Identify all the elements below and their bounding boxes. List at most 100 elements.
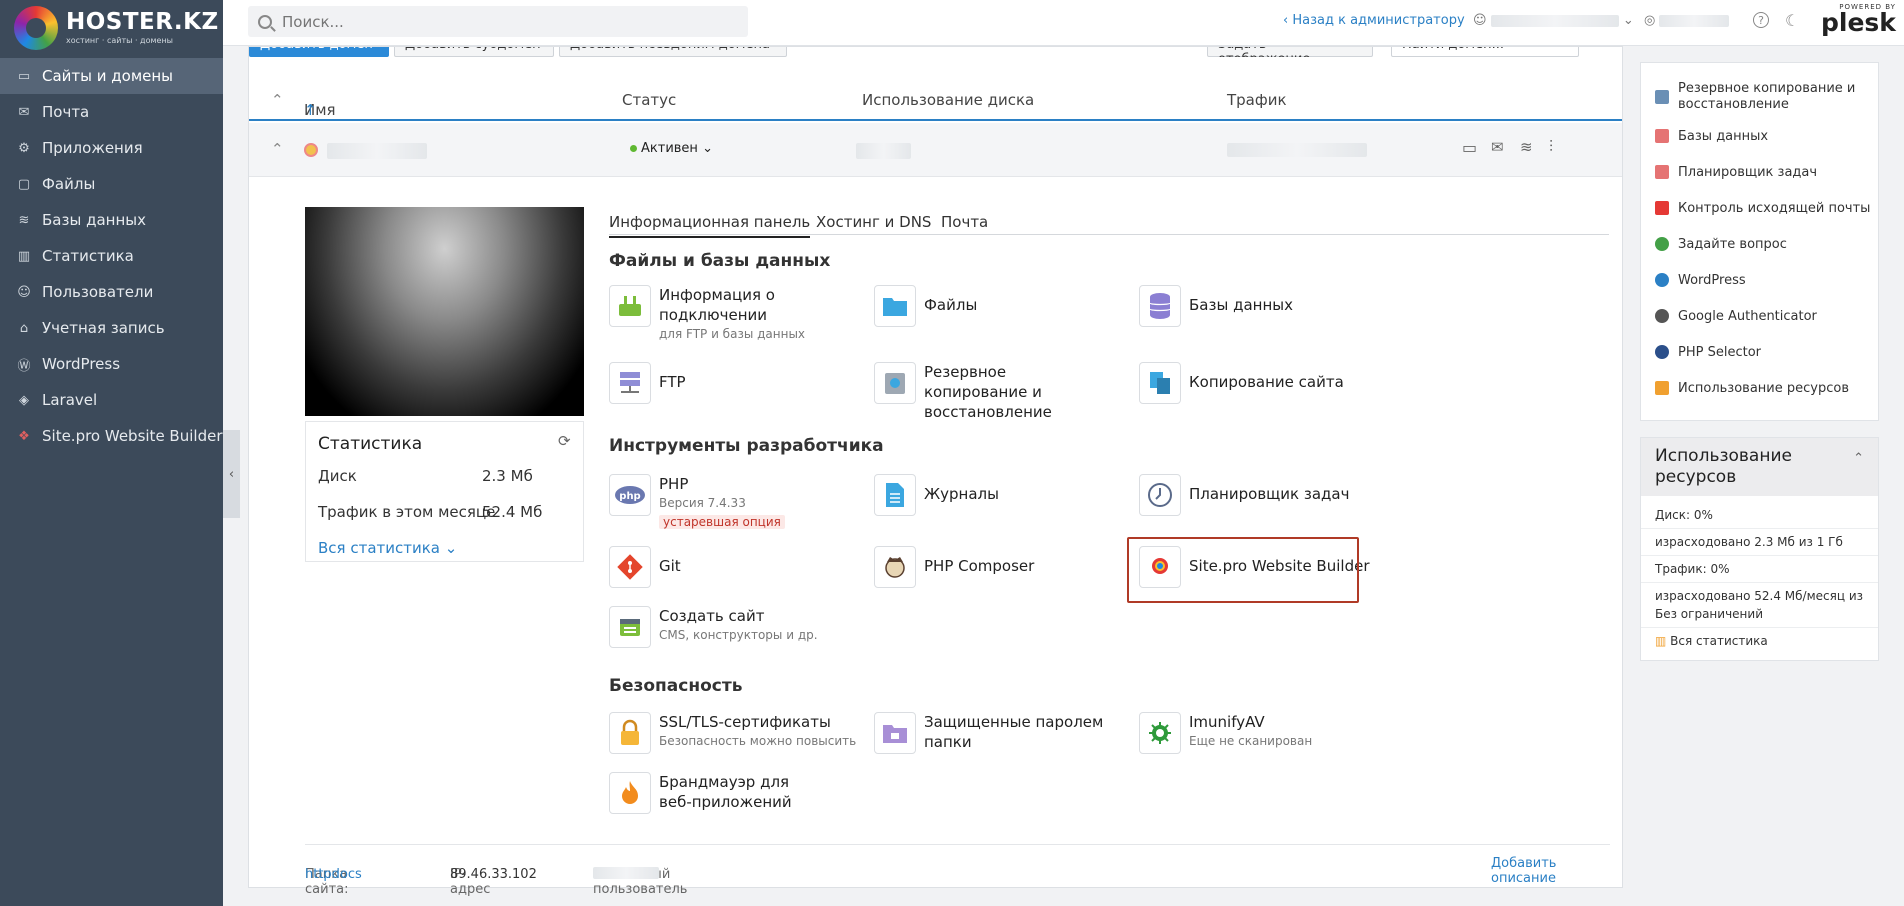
- main-panel: Добавить домен Добавить субдомен Добавит…: [248, 46, 1623, 897]
- sidebar-item-databases[interactable]: ≋ Базы данных: [0, 202, 223, 238]
- brand-logo[interactable]: HOSTER.KZ хостинг · сайты · домены: [0, 0, 223, 55]
- sidebar-collapse-handle[interactable]: ‹: [223, 430, 240, 518]
- fire-icon: [609, 772, 651, 814]
- sidebar-item-users[interactable]: ☺ Пользователи: [0, 274, 223, 310]
- tool-databases[interactable]: Базы данных: [1139, 285, 1293, 327]
- tool-imunify[interactable]: ImunifyAV Еще не сканирован: [1139, 712, 1312, 754]
- tool-firewall[interactable]: Брандмауэр для веб-приложений: [609, 772, 809, 814]
- sidebar-item-sites[interactable]: ▭ Сайты и домены: [0, 58, 223, 94]
- plug-icon: [609, 285, 651, 327]
- settings-sliders-icon[interactable]: ⫶: [1549, 137, 1553, 157]
- refresh-icon[interactable]: ⟳: [558, 432, 571, 450]
- quick-link-google-authenticator[interactable]: Google Authenticator: [1641, 303, 1878, 329]
- database-icon: [1139, 285, 1181, 327]
- domain-tabs: Информационная панель Хостинг и DNS Почт…: [609, 205, 1609, 238]
- quick-link-outgoing-mail[interactable]: Контроль исходящей почты: [1641, 195, 1878, 221]
- tab-dashboard[interactable]: Информационная панель: [609, 213, 811, 238]
- domain-row[interactable]: ⌃ Активен ⌄ ▭ ✉ ≋ ⫶: [249, 123, 1622, 177]
- tool-copy-site[interactable]: Копирование сайта: [1139, 362, 1344, 404]
- search-input[interactable]: [282, 12, 722, 31]
- database-icon[interactable]: ≋: [1520, 138, 1533, 156]
- tab-hosting-dns[interactable]: Хостинг и DNS: [816, 213, 931, 231]
- logs-icon: [874, 474, 916, 516]
- tool-logs[interactable]: Журналы: [874, 474, 999, 516]
- chevron-left-icon: ‹: [1283, 13, 1293, 28]
- subscription-menu[interactable]: ◎: [1644, 13, 1730, 28]
- imunify-icon: [1139, 712, 1181, 754]
- folder-icon: ▢: [17, 176, 31, 192]
- mail-icon[interactable]: ✉: [1491, 138, 1504, 156]
- folder-icon: [874, 285, 916, 327]
- traffic-usage-percent: Трафик: 0%: [1641, 556, 1878, 583]
- resource-usage-header[interactable]: Использование ресурсов ⌃: [1641, 438, 1878, 496]
- section-files-databases: Файлы и базы данных: [609, 251, 831, 271]
- add-alias-button[interactable]: Добавить псевдоним домена: [559, 47, 787, 57]
- tab-mail[interactable]: Почта: [941, 213, 988, 231]
- find-domain-input[interactable]: Найти домен...: [1391, 47, 1579, 57]
- traffic-usage-detail: израсходовано 52.4 Мб/месяц из Без огран…: [1641, 583, 1878, 628]
- add-subdomain-button[interactable]: Добавить субдомен: [394, 47, 554, 57]
- tool-composer[interactable]: PHP Composer: [874, 546, 1034, 588]
- system-user-redacted: [593, 867, 659, 879]
- svg-text:php: php: [619, 491, 640, 502]
- sidebar-item-mail[interactable]: ✉ Почта: [0, 94, 223, 130]
- composer-icon: [874, 546, 916, 588]
- domain-name-redacted[interactable]: [327, 143, 427, 159]
- backup-icon: [874, 362, 916, 404]
- chevron-up-icon[interactable]: ⌃: [1853, 448, 1864, 469]
- tool-protected-folders[interactable]: Защищенные паролем папки: [874, 712, 1104, 754]
- sidebar-item-sitepro[interactable]: ❖ Site.pro Website Builder: [0, 418, 223, 454]
- tool-backup[interactable]: Резервное копирование и восстановление: [874, 362, 1114, 422]
- site-favicon-icon: [304, 143, 318, 157]
- tool-ftp[interactable]: FTP: [609, 362, 686, 404]
- sidebar: HOSTER.KZ хостинг · сайты · домены ▭ Сайт…: [0, 0, 223, 906]
- brand-title: HOSTER.KZ: [66, 8, 219, 35]
- sidebar-item-account[interactable]: ⌂ Учетная запись: [0, 310, 223, 346]
- logo-icon: [14, 5, 58, 50]
- quick-link-php-selector[interactable]: PHP Selector: [1641, 339, 1878, 365]
- tool-create-site[interactable]: Создать сайт CMS, конструкторы и др.: [609, 606, 818, 648]
- folder-icon[interactable]: ▭: [1462, 138, 1477, 157]
- quick-link-scheduler[interactable]: Планировщик задач: [1641, 159, 1878, 185]
- sidebar-item-statistics[interactable]: ▥ Статистика: [0, 238, 223, 274]
- search-box: [248, 6, 748, 37]
- add-domain-button[interactable]: Добавить домен: [249, 47, 389, 57]
- moon-icon[interactable]: ☾: [1785, 11, 1799, 30]
- tool-scheduler[interactable]: Планировщик задач: [1139, 474, 1349, 516]
- site-preview-thumbnail[interactable]: [305, 207, 584, 416]
- sitepro-highlight-frame: [1127, 537, 1359, 603]
- sidebar-item-apps[interactable]: ⚙ Приложения: [0, 130, 223, 166]
- quick-link-databases[interactable]: Базы данных: [1641, 123, 1878, 149]
- quick-link-resource-usage[interactable]: Использование ресурсов: [1641, 375, 1878, 401]
- quick-link-ask-question[interactable]: Задайте вопрос: [1641, 231, 1878, 257]
- sidebar-item-laravel[interactable]: ◈ Laravel: [0, 382, 223, 418]
- tool-connection-info[interactable]: Информация о подключении для FTP и базы д…: [609, 285, 805, 343]
- all-statistics-link[interactable]: Вся статистика ⌄: [318, 539, 457, 557]
- lock-icon: [609, 712, 651, 754]
- site-folder-link[interactable]: httpdocs: [305, 867, 362, 882]
- help-icon[interactable]: ?: [1753, 12, 1769, 28]
- resource-usage-card: Использование ресурсов ⌃ Диск: 0% израсх…: [1640, 437, 1879, 661]
- view-mode-button[interactable]: Задать отображение: [1207, 47, 1373, 57]
- traffic-redacted: [1227, 143, 1367, 157]
- sidebar-item-files[interactable]: ▢ Файлы: [0, 166, 223, 202]
- tool-git[interactable]: Git: [609, 546, 681, 588]
- sidebar-item-wordpress[interactable]: Ⓦ WordPress: [0, 346, 223, 382]
- tool-files[interactable]: Файлы: [874, 285, 977, 327]
- chevron-down-icon: ⌄: [702, 141, 713, 156]
- tool-php[interactable]: php PHP Версия 7.4.33 устаревшая опция: [609, 474, 785, 530]
- quick-link-backup[interactable]: Резервное копирование и восстановление: [1641, 63, 1878, 113]
- add-description-link[interactable]: Добавить описание: [1491, 856, 1610, 886]
- bar-chart-icon: ▥: [1655, 634, 1671, 648]
- tool-ssl[interactable]: SSL/TLS-сертификаты Безопасность можно по…: [609, 712, 856, 754]
- chevron-up-icon[interactable]: ⌃: [271, 140, 284, 158]
- domain-status[interactable]: Активен ⌄: [630, 141, 713, 156]
- domain-list-header: ⌃ Имя домена ↑ Статус Использование диск…: [249, 81, 1622, 137]
- user-menu[interactable]: ☺ ⌄: [1473, 13, 1634, 28]
- back-to-admin-link[interactable]: ‹ Назад к администратору: [1283, 13, 1465, 28]
- resources-all-statistics-link[interactable]: ▥ Вся статистика: [1641, 628, 1878, 654]
- create-site-icon: [609, 606, 651, 648]
- toolbar: Добавить домен Добавить субдомен Добавит…: [249, 47, 1622, 57]
- quick-link-wordpress[interactable]: WordPress: [1641, 267, 1878, 293]
- collapse-all-icon[interactable]: ⌃: [271, 91, 284, 109]
